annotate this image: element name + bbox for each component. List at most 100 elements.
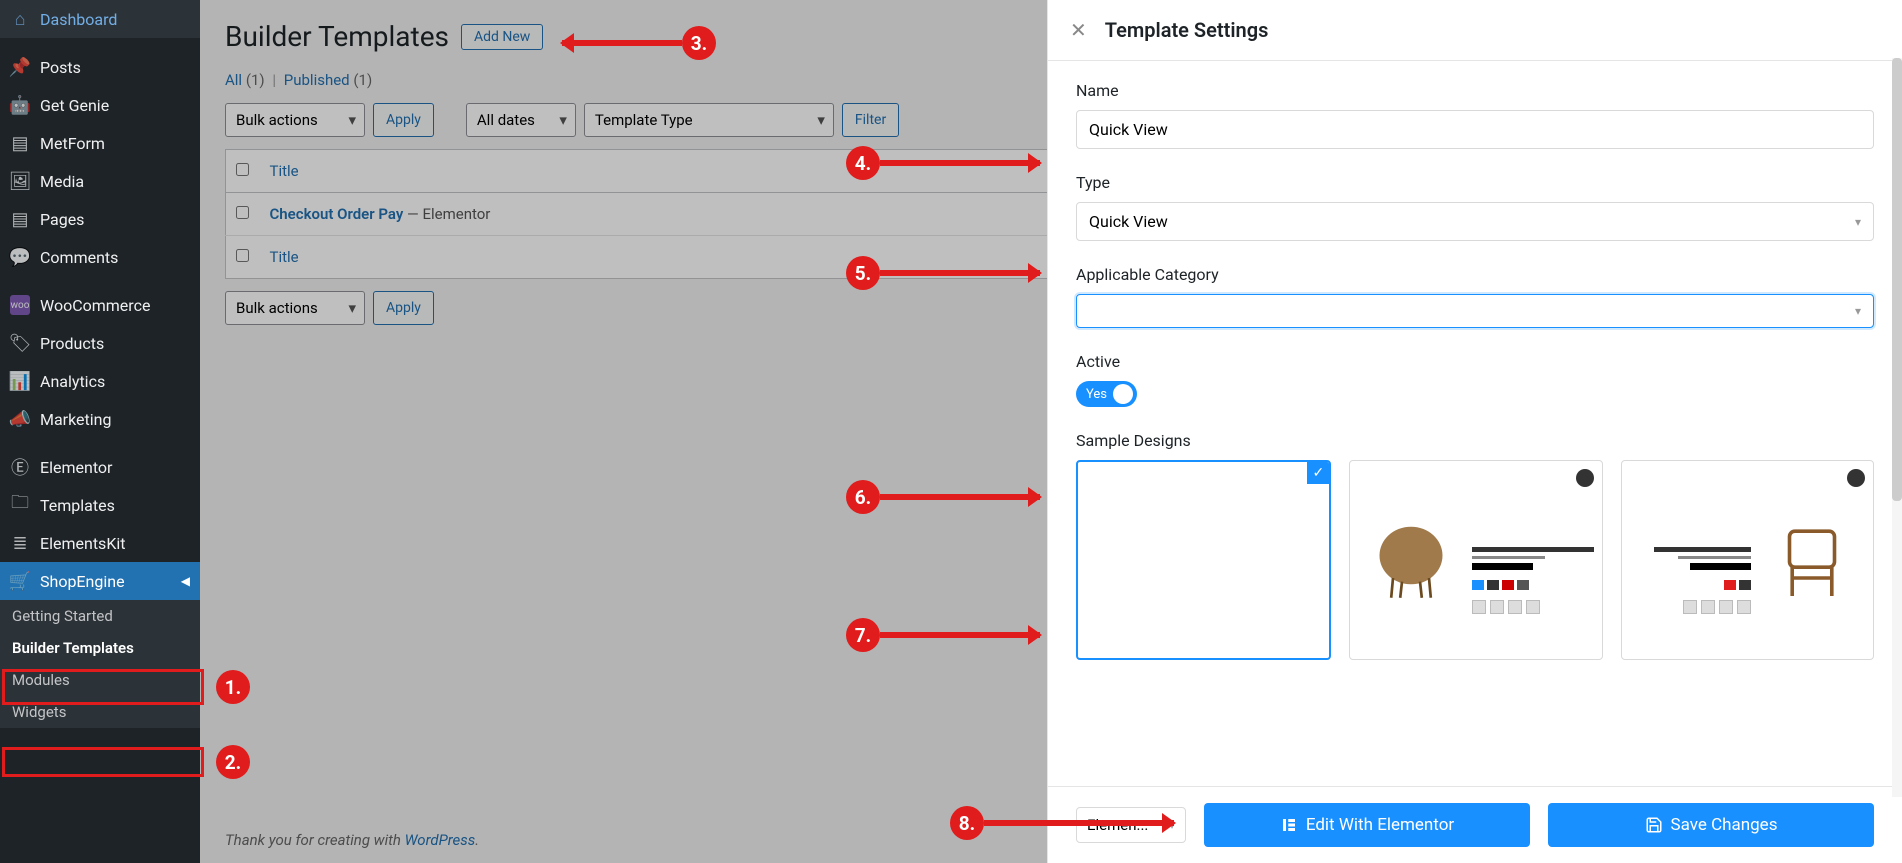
type-select[interactable]: Quick View▾ xyxy=(1076,202,1874,241)
row-editor-suffix: — Elementor xyxy=(403,205,490,223)
sidebar-label: Dashboard xyxy=(40,10,117,29)
sidebar-label: Posts xyxy=(40,58,81,77)
elementskit-icon: ≣ xyxy=(10,533,30,553)
toggle-knob xyxy=(1113,384,1133,404)
row-title-link[interactable]: Checkout Order Pay xyxy=(270,205,404,223)
filter-button[interactable]: Filter xyxy=(842,103,899,137)
sidebar-sub-modules[interactable]: Modules xyxy=(0,664,200,696)
footer-note: Thank you for creating with WordPress. xyxy=(225,831,479,849)
sidebar-item-elementskit[interactable]: ≣ ElementsKit xyxy=(0,524,200,562)
sidebar-item-metform[interactable]: ▤ MetForm xyxy=(0,124,200,162)
status-all-link[interactable]: All xyxy=(225,71,242,89)
editor-select-value: Elemen... xyxy=(1087,816,1148,834)
sidebar-item-posts[interactable]: 📌Posts xyxy=(0,48,200,86)
panel-scrollbar[interactable] xyxy=(1892,58,1902,797)
sidebar-item-shopengine[interactable]: 🛒 ShopEngine ◀ xyxy=(0,562,200,600)
save-changes-button[interactable]: Save Changes xyxy=(1548,803,1874,847)
sidebar-label: Pages xyxy=(40,210,84,229)
comments-icon: 💬 xyxy=(10,247,30,267)
genie-icon: 🤖 xyxy=(10,95,30,115)
name-input[interactable] xyxy=(1076,110,1874,149)
sidebar-item-woocommerce[interactable]: woo WooCommerce xyxy=(0,286,200,324)
sidebar-label: WooCommerce xyxy=(40,296,150,315)
bulk-actions-select-bottom[interactable]: Bulk actions xyxy=(225,291,365,325)
sidebar-sub-builder-templates[interactable]: Builder Templates xyxy=(0,632,200,664)
sidebar-item-products[interactable]: 🏷Products xyxy=(0,324,200,362)
chair-icon xyxy=(1767,515,1857,605)
woo-icon: woo xyxy=(10,295,30,315)
th-title[interactable]: Title xyxy=(260,150,1090,193)
apply-bulk-button-bottom[interactable]: Apply xyxy=(373,291,434,325)
wordpress-link[interactable]: WordPress xyxy=(405,831,476,849)
panel-title: Template Settings xyxy=(1105,18,1269,42)
date-filter-select[interactable]: All dates xyxy=(466,103,576,137)
sidebar-label: Analytics xyxy=(40,372,105,391)
footer-text: Thank you for creating with xyxy=(225,831,405,849)
status-sep: | xyxy=(272,71,276,89)
add-new-button[interactable]: Add New xyxy=(461,24,543,50)
name-label: Name xyxy=(1076,81,1874,100)
admin-sidebar: ⌂Dashboard 📌Posts 🤖Get Genie ▤MetForm 🖼M… xyxy=(0,0,200,863)
select-all-checkbox[interactable] xyxy=(236,163,249,176)
dashboard-icon: ⌂ xyxy=(10,9,30,29)
category-select[interactable]: ▾ xyxy=(1076,294,1874,328)
design-card-2[interactable] xyxy=(1349,460,1602,660)
form-icon: ▤ xyxy=(10,133,30,153)
design-card-blank[interactable]: ✓ xyxy=(1076,460,1331,660)
elementor-icon: Ⓔ xyxy=(10,457,30,477)
sidebar-item-comments[interactable]: 💬 Comments xyxy=(0,238,200,276)
analytics-icon: 📊 xyxy=(10,371,30,391)
sidebar-label: ElementsKit xyxy=(40,534,125,553)
sidebar-label: Templates xyxy=(40,496,115,515)
row-checkbox[interactable] xyxy=(236,206,249,219)
toggle-label: Yes xyxy=(1086,387,1107,402)
sidebar-item-templates[interactable]: 🗀Templates xyxy=(0,486,200,524)
app-wrap: ⌂Dashboard 📌Posts 🤖Get Genie ▤MetForm 🖼M… xyxy=(0,0,1902,863)
active-toggle[interactable]: Yes xyxy=(1076,381,1137,407)
check-icon: ✓ xyxy=(1307,462,1329,484)
sidebar-label: MetForm xyxy=(40,134,105,153)
apply-bulk-button[interactable]: Apply xyxy=(373,103,434,137)
sidebar-item-dashboard[interactable]: ⌂ Dashboard xyxy=(0,0,200,38)
template-settings-panel: ✕ Template Settings Name Type Quick View… xyxy=(1047,0,1902,863)
bulk-actions-select[interactable]: Bulk actions xyxy=(225,103,365,137)
tf-title[interactable]: Title xyxy=(260,236,1090,279)
save-btn-label: Save Changes xyxy=(1671,815,1778,835)
sidebar-item-elementor[interactable]: ⒺElementor xyxy=(0,448,200,486)
sidebar-sub-widgets[interactable]: Widgets xyxy=(0,696,200,728)
design-card-3[interactable] xyxy=(1621,460,1874,660)
edit-btn-label: Edit With Elementor xyxy=(1306,815,1454,835)
scrollbar-thumb[interactable] xyxy=(1892,58,1902,501)
chevron-down-icon: ▾ xyxy=(1855,304,1861,318)
sidebar-item-getgenie[interactable]: 🤖Get Genie xyxy=(0,86,200,124)
panel-header: ✕ Template Settings xyxy=(1048,0,1902,61)
marketing-icon: 📣 xyxy=(10,409,30,429)
close-icon[interactable]: ✕ xyxy=(1070,18,1087,42)
sidebar-submenu: Getting Started Builder Templates Module… xyxy=(0,600,200,728)
products-icon: 🏷 xyxy=(10,333,30,353)
th-checkbox xyxy=(226,150,260,193)
select-all-checkbox-bottom[interactable] xyxy=(236,249,249,262)
page-title: Builder Templates xyxy=(225,20,449,53)
sidebar-item-media[interactable]: 🖼Media xyxy=(0,162,200,200)
sidebar-label: Marketing xyxy=(40,410,111,429)
sidebar-label: Comments xyxy=(40,248,118,267)
sidebar-item-pages[interactable]: ▤Pages xyxy=(0,200,200,238)
shopengine-icon: 🛒 xyxy=(10,571,30,591)
chevron-left-icon: ◀ xyxy=(181,574,190,588)
sample-designs-row: ✓ xyxy=(1076,460,1874,660)
sidebar-sub-getting-started[interactable]: Getting Started xyxy=(0,600,200,632)
type-label: Type xyxy=(1076,173,1874,192)
media-icon: 🖼 xyxy=(10,171,30,191)
designs-label: Sample Designs xyxy=(1076,431,1874,450)
editor-select[interactable]: Elemen...▾ xyxy=(1076,807,1186,843)
active-label: Active xyxy=(1076,352,1874,371)
edit-with-elementor-button[interactable]: Edit With Elementor xyxy=(1204,803,1530,847)
type-filter-select[interactable]: Template Type xyxy=(584,103,834,137)
sidebar-label: ShopEngine xyxy=(40,572,125,591)
sidebar-item-marketing[interactable]: 📣 Marketing xyxy=(0,400,200,438)
status-published-link[interactable]: Published xyxy=(284,71,350,89)
sidebar-item-analytics[interactable]: 📊 Analytics xyxy=(0,362,200,400)
category-label: Applicable Category xyxy=(1076,265,1874,284)
design-thumb xyxy=(1358,469,1593,651)
